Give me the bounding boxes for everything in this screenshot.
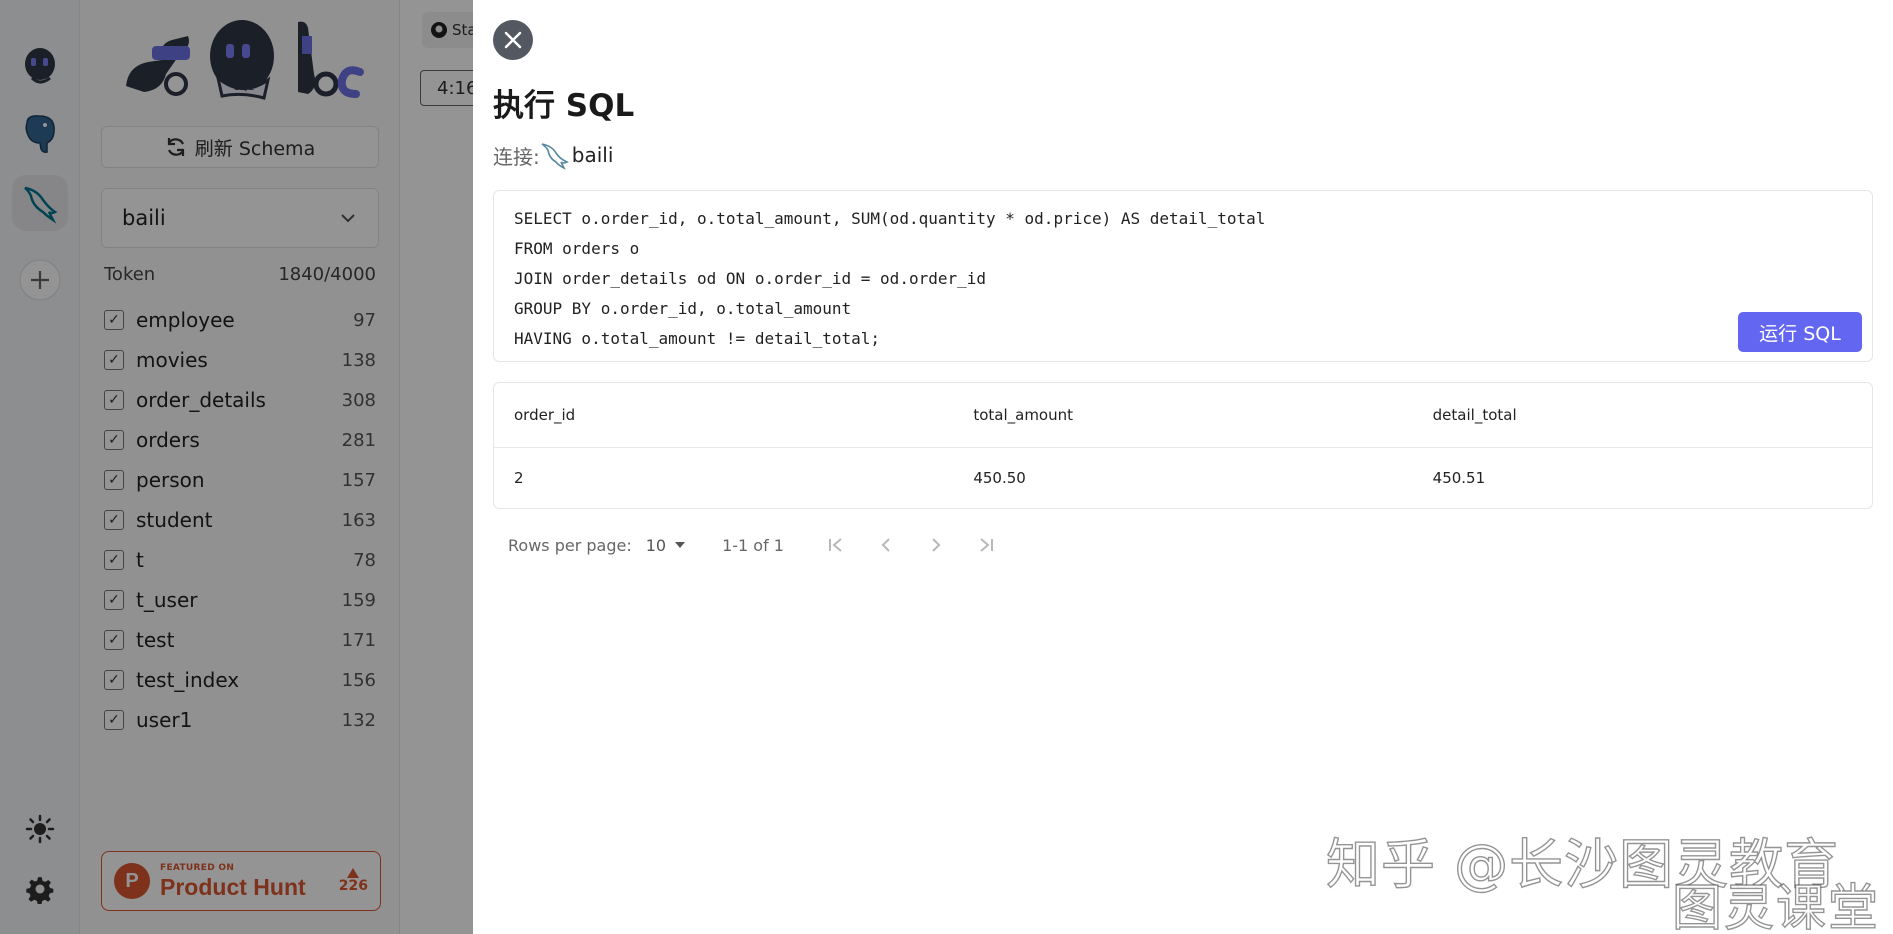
column-header[interactable]: detail_total (1412, 383, 1872, 448)
connection-info: 连接: baili (493, 140, 613, 170)
column-header[interactable]: total_amount (953, 383, 1413, 448)
dialog-title: 执行 SQL (493, 88, 635, 124)
first-page-icon[interactable] (824, 533, 848, 557)
table-cell: 450.50 (973, 469, 1026, 488)
next-page-icon[interactable] (924, 533, 948, 557)
pagination-range: 1-1 of 1 (722, 535, 784, 555)
last-page-icon[interactable] (974, 533, 998, 557)
table-cell: 450.51 (1432, 469, 1486, 488)
column-header[interactable]: order_id (494, 383, 954, 448)
sql-code[interactable]: SELECT o.order_id, o.total_amount, SUM(o… (514, 204, 1265, 354)
caret-down-icon (675, 542, 686, 548)
rows-per-page-value: 10 (645, 535, 667, 555)
sql-line: JOIN order_details od ON o.order_id = od… (514, 269, 987, 288)
execute-sql-dialog: 执行 SQL 连接: baili SELECT o.order_id, o.to… (473, 0, 1893, 934)
run-sql-button[interactable]: 运行 SQL (1738, 312, 1862, 352)
watermark-line2: 图灵课堂 (1671, 878, 1880, 934)
previous-page-icon[interactable] (874, 533, 898, 557)
result-table: order_id total_amount detail_total 2 450… (494, 383, 1872, 508)
connection-name: baili (571, 143, 614, 167)
sql-line: HAVING o.total_amount != detail_total; (514, 329, 881, 348)
sql-line: SELECT o.order_id, o.total_amount, SUM(o… (514, 209, 1266, 228)
rows-per-page-label: Rows per page: (508, 535, 632, 555)
connection-label: 连接: (493, 144, 540, 169)
pagination: Rows per page: 10 1-1 of 1 (508, 530, 998, 560)
sql-editor[interactable]: SELECT o.order_id, o.total_amount, SUM(o… (493, 190, 1873, 362)
table-cell: 2 (514, 469, 524, 488)
sql-line: FROM orders o (514, 239, 640, 258)
table-header-row: order_id total_amount detail_total (494, 383, 1872, 448)
result-table-container: order_id total_amount detail_total 2 450… (493, 382, 1873, 509)
rows-per-page-select[interactable]: 10 (646, 536, 686, 555)
mysql-dolphin-icon (541, 143, 569, 170)
close-icon (504, 31, 522, 49)
table-row[interactable]: 2 450.50 450.51 (494, 447, 1872, 508)
sql-line: GROUP BY o.order_id, o.total_amount (514, 299, 852, 318)
close-dialog-button[interactable] (493, 20, 533, 60)
